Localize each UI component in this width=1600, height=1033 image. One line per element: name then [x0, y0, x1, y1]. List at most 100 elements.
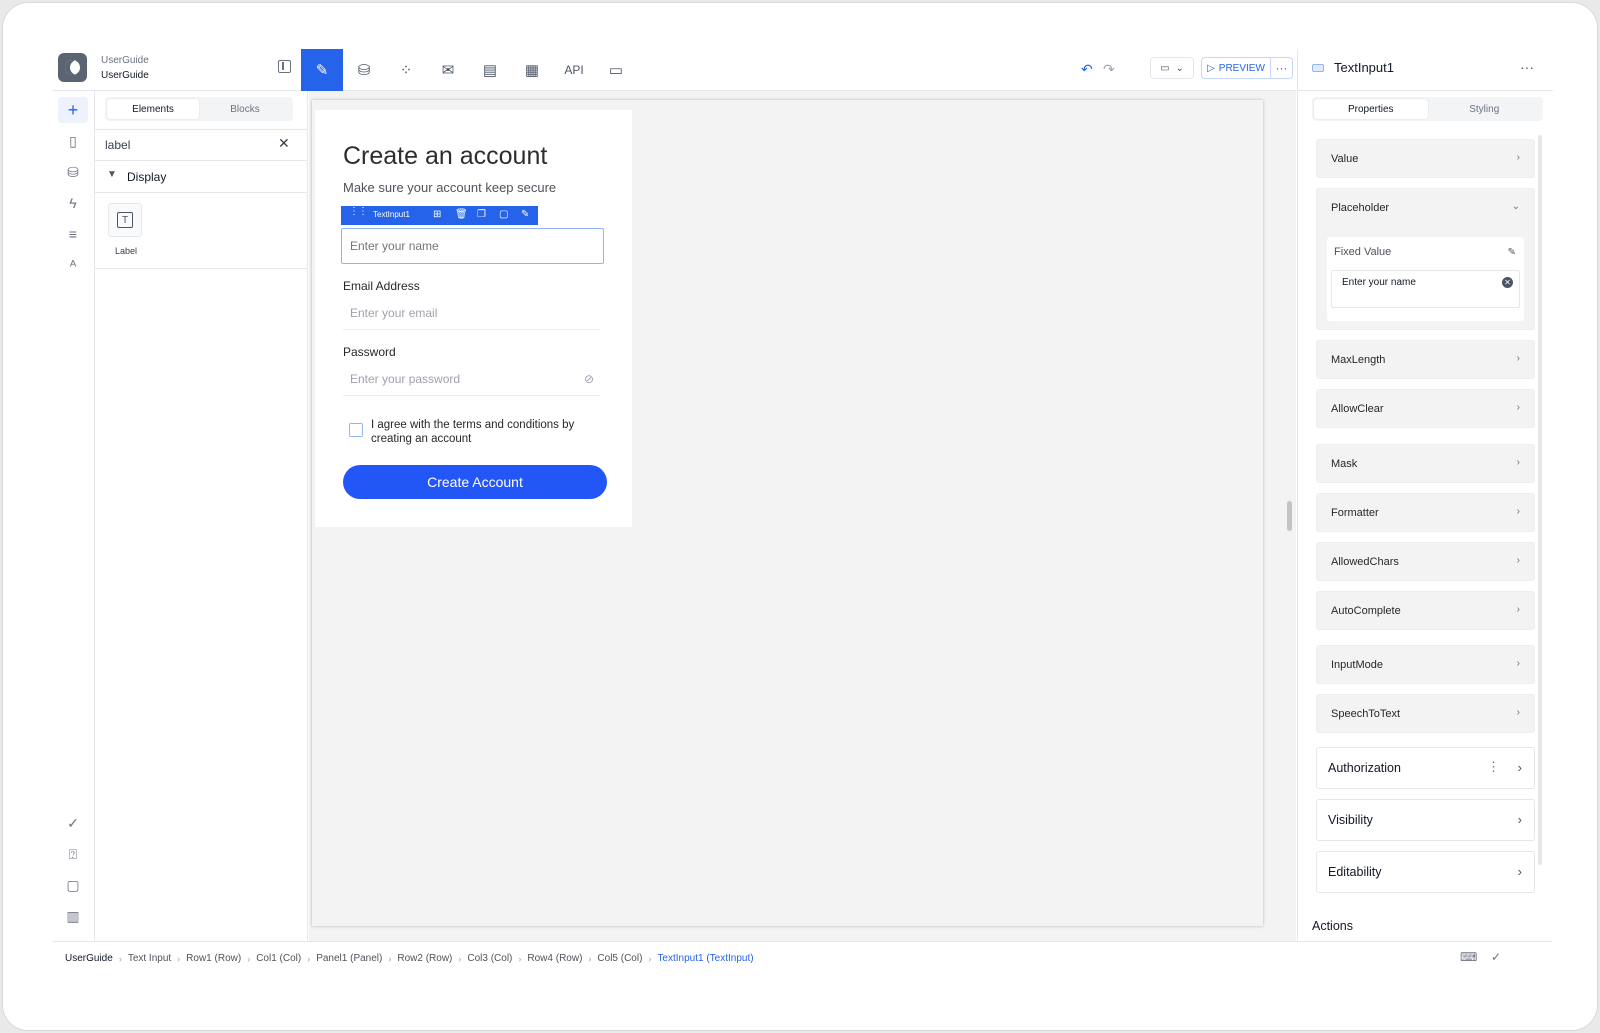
paint-icon[interactable]: ✎	[521, 209, 529, 220]
password-label: Password	[343, 345, 396, 359]
sidebar-collapse-icon[interactable]	[278, 60, 291, 73]
copy-icon[interactable]: ❐	[477, 209, 486, 220]
tab-styling[interactable]: Styling	[1428, 99, 1542, 119]
breadcrumb-item[interactable]: Col3 (Col)	[467, 953, 512, 964]
chevron-down-icon[interactable]: ⌄	[1512, 201, 1520, 212]
tab-elements[interactable]: Elements	[107, 99, 199, 119]
check-icon[interactable]: ✓	[58, 810, 88, 836]
tab-properties[interactable]: Properties	[1314, 99, 1428, 119]
more-options-icon[interactable]: ···	[1271, 57, 1293, 79]
breadcrumb-separator: ›	[388, 953, 392, 964]
device-select[interactable]: ▭ ⌄	[1150, 57, 1194, 79]
terms-text: I agree with the terms and conditions by…	[371, 419, 575, 445]
check-icon[interactable]: ✓	[1491, 950, 1501, 964]
tab-blocks[interactable]: Blocks	[199, 99, 291, 119]
app-logo[interactable]	[58, 53, 87, 82]
undo-icon[interactable]: ↶	[1081, 61, 1093, 78]
data-source-icon[interactable]: ⛁	[58, 159, 88, 185]
preview-button[interactable]: ▷ PREVIEW	[1201, 57, 1271, 79]
more-icon[interactable]: ···	[1520, 59, 1534, 75]
fixed-value-input[interactable]: Enter your name ✕	[1331, 270, 1520, 308]
fixed-value-label: Fixed Value	[1334, 246, 1392, 258]
password-field[interactable]: Enter your password ⊘	[343, 362, 600, 396]
actions-section-label[interactable]: Actions	[1312, 919, 1353, 933]
breadcrumb-separator: ›	[307, 953, 311, 964]
fixed-value-card: Fixed Value ✎ Enter your name ✕	[1327, 237, 1524, 321]
section-visibility[interactable]: Visibility ›	[1316, 799, 1535, 841]
book-icon[interactable]: ▥	[58, 903, 88, 929]
pages-icon[interactable]: ▯	[58, 128, 88, 154]
prop-value[interactable]: Value ›	[1316, 139, 1535, 178]
breadcrumb-current[interactable]: TextInput1 (TextInput)	[657, 953, 753, 964]
breadcrumb-item[interactable]: Col5 (Col)	[597, 953, 642, 964]
prop-label: MaxLength	[1331, 354, 1386, 366]
email-field[interactable]: Enter your email	[343, 296, 600, 330]
document-icon: ▤	[482, 62, 498, 79]
email-tool-button[interactable]: ✉	[427, 49, 469, 91]
keyboard-icon[interactable]: ⌨	[1460, 950, 1477, 964]
breadcrumb-item[interactable]: Row1 (Row)	[186, 953, 241, 964]
events-icon[interactable]: ϟ	[58, 190, 88, 216]
breadcrumb-item[interactable]: UserGuide	[65, 953, 113, 964]
terms-checkbox[interactable]	[349, 423, 363, 437]
element-search: ✕	[95, 129, 308, 161]
prop-allowedchars[interactable]: AllowedChars ›	[1316, 542, 1535, 581]
prop-label[interactable]: Placeholder	[1331, 202, 1389, 214]
properties-scrollbar[interactable]	[1538, 135, 1542, 865]
api-tool-button[interactable]: API	[553, 49, 595, 91]
form-title: Create an account	[343, 142, 548, 170]
calendar-icon: ▦	[524, 62, 540, 79]
outline-icon[interactable]: ≡	[58, 221, 88, 247]
clear-icon[interactable]: ✕	[1502, 277, 1513, 288]
drag-handle-icon[interactable]: ⋮⋮	[349, 207, 368, 217]
top-toolbar: UserGuide UserGuide ✎ ⛁ ⁘ ✉ ▤ ▦ API ▭ ↶ …	[53, 49, 1296, 91]
paste-icon[interactable]: ▢	[499, 209, 508, 220]
section-authorization[interactable]: Authorization ⋮ ›	[1316, 747, 1535, 789]
prop-inputmode[interactable]: InputMode ›	[1316, 645, 1535, 684]
form-subtitle: Make sure your account keep secure	[343, 180, 557, 195]
kebab-menu-icon[interactable]: ⋮	[1487, 759, 1500, 775]
chat-icon[interactable]: ▢	[58, 872, 88, 898]
prop-mask[interactable]: Mask ›	[1316, 444, 1535, 483]
category-display[interactable]: ▼ Display	[95, 161, 308, 193]
breadcrumb-item[interactable]: Row4 (Row)	[527, 953, 582, 964]
prop-speechtotext[interactable]: SpeechToText ›	[1316, 694, 1535, 733]
help-icon[interactable]: ⍰	[58, 841, 88, 867]
prop-autocomplete[interactable]: AutoComplete ›	[1316, 591, 1535, 630]
data-tool-button[interactable]: ⛁	[343, 49, 385, 91]
breadcrumb-item[interactable]: Panel1 (Panel)	[316, 953, 382, 964]
canvas-resize-handle[interactable]	[1287, 501, 1292, 531]
screen-tool-button[interactable]: ▭	[595, 49, 637, 91]
section-editability[interactable]: Editability ›	[1316, 851, 1535, 893]
canvas-page[interactable]: Create an account Make sure your account…	[312, 100, 1263, 926]
workflow-icon: ⁘	[399, 62, 413, 79]
breadcrumb-item[interactable]: Row2 (Row)	[397, 953, 452, 964]
chevron-right-icon: ›	[1517, 812, 1522, 827]
trash-icon[interactable]: 🗑	[455, 209, 468, 220]
breadcrumb-separator: ›	[118, 953, 122, 964]
breadcrumb-item[interactable]: Text Input	[128, 953, 171, 964]
add-element-icon[interactable]: +	[58, 97, 88, 123]
properties-panel: TextInput1 ··· Properties Styling Value …	[1297, 49, 1553, 941]
label-widget[interactable]: T Label	[108, 203, 144, 256]
translate-icon[interactable]: ᴬ	[58, 252, 88, 278]
designer-tool-button[interactable]: ✎	[301, 49, 343, 91]
breadcrumb-item[interactable]: Col1 (Col)	[256, 953, 301, 964]
app-name: UserGuide	[101, 55, 149, 66]
prop-allowclear[interactable]: AllowClear ›	[1316, 389, 1535, 428]
scheduler-tool-button[interactable]: ▦	[511, 49, 553, 91]
form-panel[interactable]: Create an account Make sure your account…	[315, 110, 632, 527]
prop-maxlength[interactable]: MaxLength ›	[1316, 340, 1535, 379]
redo-icon[interactable]: ↷	[1103, 61, 1115, 78]
name-input[interactable]	[341, 228, 604, 264]
close-icon[interactable]: ✕	[278, 135, 290, 152]
create-account-button[interactable]: Create Account	[343, 465, 607, 499]
eye-off-icon[interactable]: ⊘	[584, 372, 594, 386]
database-icon: ⛁	[357, 62, 371, 79]
wrap-icon[interactable]: ⊞	[433, 209, 441, 220]
workflow-tool-button[interactable]: ⁘	[385, 49, 427, 91]
element-search-input[interactable]	[105, 135, 265, 155]
pin-icon[interactable]: ✎	[1508, 247, 1516, 258]
documents-tool-button[interactable]: ▤	[469, 49, 511, 91]
prop-formatter[interactable]: Formatter ›	[1316, 493, 1535, 532]
